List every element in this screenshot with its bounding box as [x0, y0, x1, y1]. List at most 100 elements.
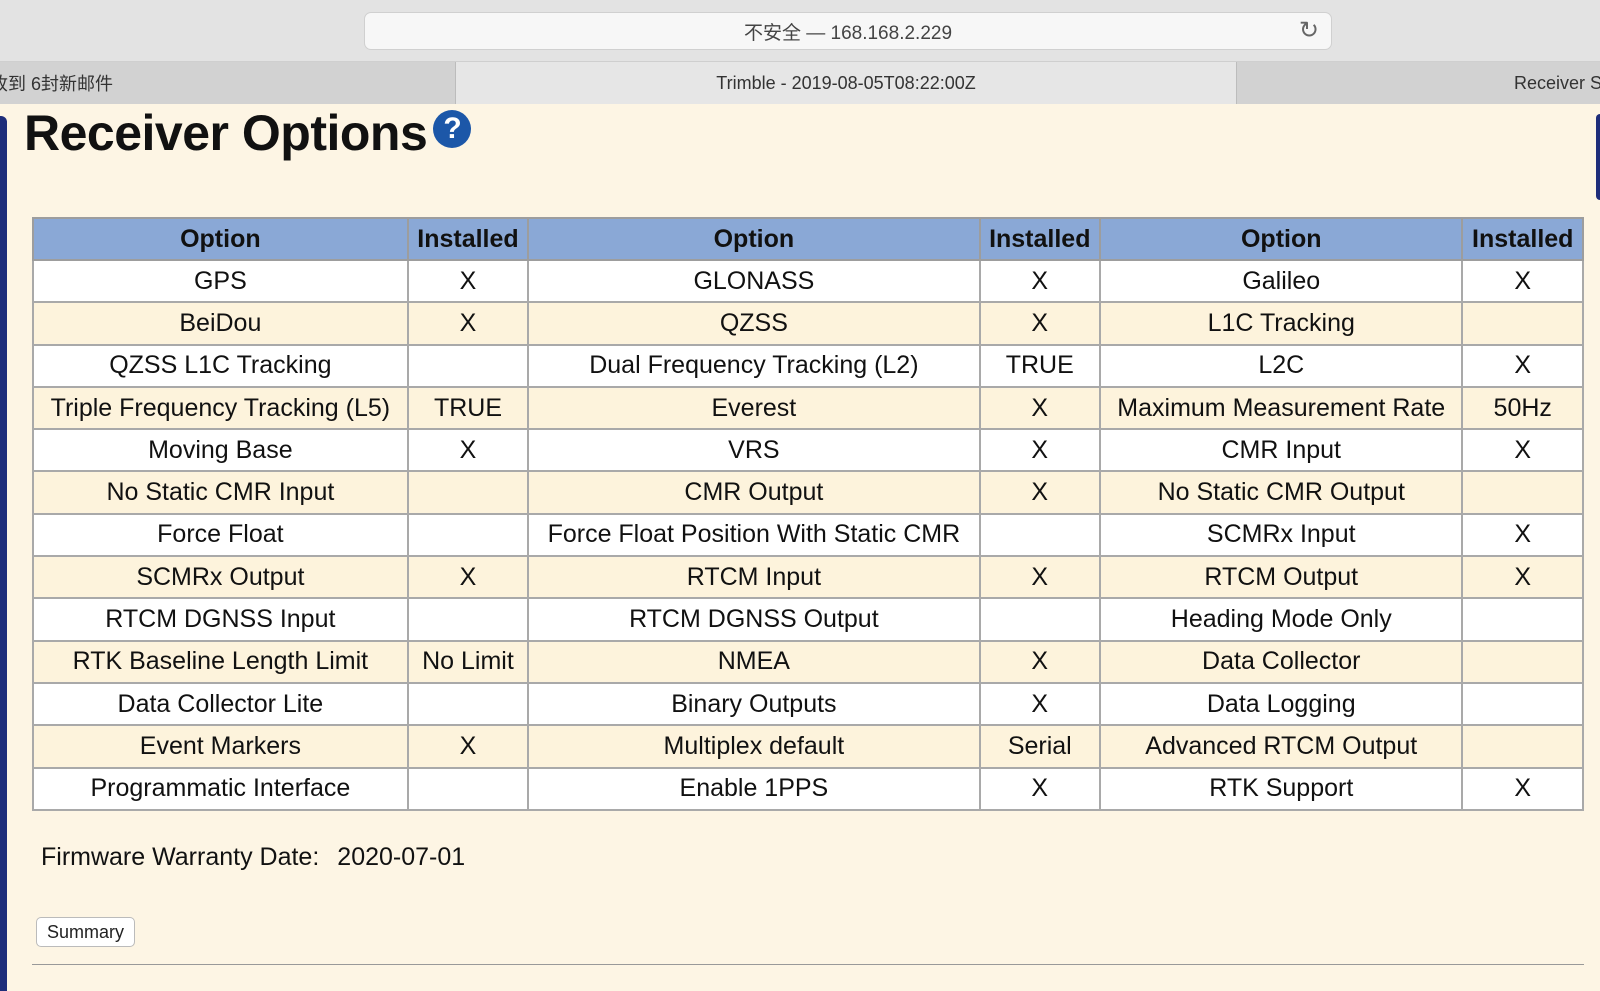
installed-cell	[406, 512, 530, 558]
firmware-warranty: Firmware Warranty Date: 2020-07-01	[41, 843, 465, 872]
option-name-cell: RTCM DGNSS Output	[527, 597, 981, 642]
option-name-cell: RTK Support	[1099, 766, 1464, 811]
summary-button[interactable]: Summary	[36, 917, 136, 947]
column-header: Option	[32, 217, 409, 261]
installed-cell	[406, 343, 530, 388]
installed-cell: X	[978, 681, 1102, 727]
installed-cell: X	[978, 385, 1102, 431]
installed-cell: X	[978, 639, 1102, 684]
page-content: Receiver Options ? Option Installed Opti…	[0, 104, 1600, 991]
installed-cell	[1461, 681, 1584, 727]
url-text: 不安全 — 168.168.2.229	[743, 22, 953, 44]
installed-cell: X	[1461, 766, 1584, 811]
browser-toolbar: 不安全 — 168.168.2.229 ↻	[0, 0, 1600, 62]
installed-cell: X	[978, 428, 1102, 473]
option-name-cell: RTCM Input	[527, 555, 981, 600]
table-body: GPS X GLONASS X Galileo X BeiDou X QZSS X L1C Trac…	[32, 258, 1584, 811]
option-name-cell: Multiplex default	[527, 724, 981, 769]
option-name-cell: No Static CMR Output	[1099, 470, 1464, 515]
table-row: QZSS L1C Tracking Dual Frequency Tracking…	[32, 343, 1584, 388]
column-header: Installed	[1461, 217, 1584, 261]
installed-cell: X	[406, 428, 530, 473]
option-name-cell: Binary Outputs	[527, 681, 981, 727]
table-header-row: Option Installed Option Installed Option…	[32, 217, 1584, 261]
option-name-cell: Triple Frequency Tracking (L5)	[32, 385, 409, 431]
installed-cell	[406, 681, 530, 727]
tab-receiver[interactable]: Receiver S	[1237, 62, 1600, 104]
warranty-label: Firmware Warranty Date:	[41, 843, 320, 871]
option-name-cell: Dual Frequency Tracking (L2)	[527, 343, 981, 388]
installed-cell	[1461, 639, 1584, 684]
column-header: Option	[1099, 217, 1464, 261]
installed-cell	[1461, 470, 1584, 515]
table-row: Programmatic Interface Enable 1PPS X RTK Su…	[32, 766, 1584, 811]
column-header: Installed	[978, 217, 1102, 261]
option-name-cell: Advanced RTCM Output	[1099, 724, 1464, 769]
option-name-cell: VRS	[527, 428, 981, 473]
option-name-cell: RTCM DGNSS Input	[32, 597, 409, 642]
installed-cell: No Limit	[406, 639, 530, 684]
option-name-cell: GPS	[32, 258, 409, 304]
column-header: Installed	[406, 217, 530, 261]
tab-label: 收到 6封新邮件	[0, 74, 114, 94]
installed-cell: X	[1461, 512, 1584, 558]
option-name-cell: L2C	[1099, 343, 1464, 388]
help-icon[interactable]: ?	[433, 110, 472, 148]
table-row: BeiDou X QZSS X L1C Tracking	[32, 301, 1584, 346]
installed-cell: X	[406, 724, 530, 769]
installed-cell: X	[978, 766, 1102, 811]
option-name-cell: SCMRx Input	[1099, 512, 1464, 558]
table-row: Event Markers X Multiplex default Serial Adv…	[32, 724, 1584, 769]
installed-cell: X	[406, 555, 530, 600]
option-name-cell: Everest	[527, 385, 981, 431]
installed-cell: X	[978, 470, 1102, 515]
option-name-cell: GLONASS	[527, 258, 981, 304]
option-name-cell: QZSS L1C Tracking	[32, 343, 409, 388]
installed-cell	[1461, 724, 1584, 769]
option-name-cell: Heading Mode Only	[1099, 597, 1464, 642]
option-name-cell: Enable 1PPS	[527, 766, 981, 811]
table-row: Moving Base X VRS X CMR Input X	[32, 428, 1584, 473]
option-name-cell: Event Markers	[32, 724, 409, 769]
divider	[32, 964, 1584, 965]
installed-cell: Serial	[978, 724, 1102, 769]
table-row: Triple Frequency Tracking (L5) TRUE Everes…	[32, 385, 1584, 431]
option-name-cell: Programmatic Interface	[32, 766, 409, 811]
table-row: RTCM DGNSS Input RTCM DGNSS Output Heading…	[32, 597, 1584, 642]
column-header: Option	[527, 217, 981, 261]
table-row: SCMRx Output X RTCM Input X RTCM Output X	[32, 555, 1584, 600]
installed-cell	[1461, 597, 1584, 642]
option-name-cell: No Static CMR Input	[32, 470, 409, 515]
option-name-cell: L1C Tracking	[1099, 301, 1464, 346]
tab-trimble[interactable]: Trimble - 2019-08-05T08:22:00Z	[456, 62, 1237, 104]
installed-cell: X	[1461, 258, 1584, 304]
table-row: GPS X GLONASS X Galileo X	[32, 258, 1584, 304]
receiver-options-table: Option Installed Option Installed Option…	[32, 217, 1584, 811]
frame-border-left	[0, 116, 7, 991]
page-title-text: Receiver Options	[24, 105, 428, 161]
option-name-cell: Galileo	[1099, 258, 1464, 304]
option-name-cell: Maximum Measurement Rate	[1099, 385, 1464, 431]
installed-cell	[978, 597, 1102, 642]
option-name-cell: Moving Base	[32, 428, 409, 473]
option-name-cell: NMEA	[527, 639, 981, 684]
table-row: Data Collector Lite Binary Outputs X Data L…	[32, 681, 1584, 727]
option-name-cell: Data Collector Lite	[32, 681, 409, 727]
tab-mail[interactable]: 收到 6封新邮件	[0, 62, 456, 104]
installed-cell: X	[1461, 428, 1584, 473]
installed-cell	[406, 766, 530, 811]
installed-cell: X	[406, 258, 530, 304]
reload-icon[interactable]: ↻	[1299, 19, 1319, 43]
installed-cell: TRUE	[406, 385, 530, 431]
address-bar[interactable]: 不安全 — 168.168.2.229 ↻	[364, 12, 1332, 50]
warranty-date: 2020-07-01	[337, 843, 466, 871]
frame-border-right	[1596, 114, 1600, 200]
option-name-cell: CMR Input	[1099, 428, 1464, 473]
installed-cell: 50Hz	[1461, 385, 1584, 431]
installed-cell: X	[978, 555, 1102, 600]
table-row: RTK Baseline Length Limit No Limit NMEA X Da…	[32, 639, 1584, 684]
option-name-cell: QZSS	[527, 301, 981, 346]
option-name-cell: Force Float Position With Static CMR	[527, 512, 981, 558]
installed-cell: X	[978, 258, 1102, 304]
option-name-cell: RTCM Output	[1099, 555, 1464, 600]
